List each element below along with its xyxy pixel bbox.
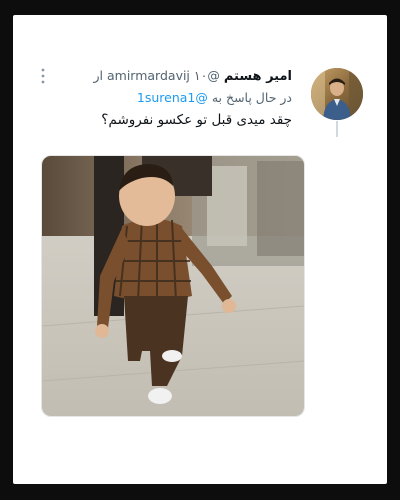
avatar[interactable]	[311, 68, 363, 120]
display-name[interactable]: امیر هستم	[224, 69, 292, 84]
more-options-icon[interactable]	[39, 67, 47, 85]
replying-label: در حال پاسخ به	[211, 90, 292, 105]
tweet-text: چقد میدی قبل تو عکسو نفروشم؟	[101, 112, 292, 128]
thread-line	[336, 121, 338, 137]
tweet-header: امیر هستم @amirmardavij ۱۰ ار	[52, 68, 293, 84]
replying-to-mention[interactable]: @1surena1	[137, 90, 208, 105]
replying-to-line: در حال پاسخ به @1surena1	[137, 90, 292, 105]
tweet-photo[interactable]	[41, 155, 305, 417]
tweet-card[interactable]: امیر هستم @amirmardavij ۱۰ ار در حال پاس…	[13, 15, 387, 484]
